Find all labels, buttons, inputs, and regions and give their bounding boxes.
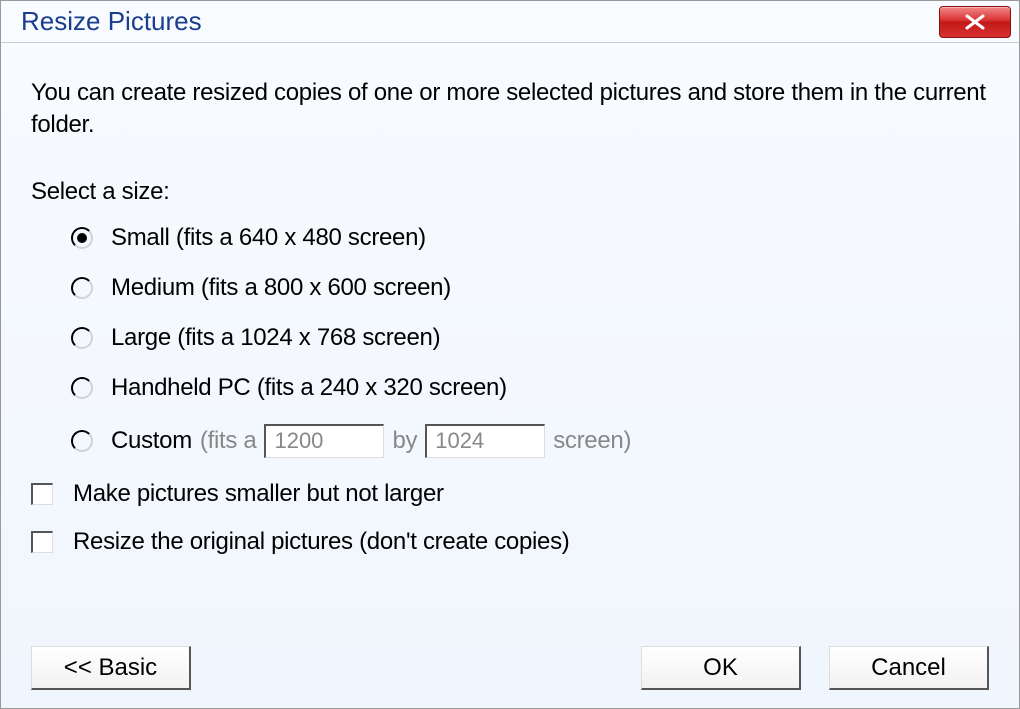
radio-small[interactable] <box>71 227 93 249</box>
dialog-button-row: << Basic OK Cancel <box>31 646 989 690</box>
radio-handheld-label: Handheld PC (fits a 240 x 320 screen) <box>111 374 507 402</box>
basic-button[interactable]: << Basic <box>31 646 191 690</box>
checkbox-resize-originals-label: Resize the original pictures (don't crea… <box>73 528 570 556</box>
description-text: You can create resized copies of one or … <box>31 77 989 142</box>
select-size-label: Select a size: <box>31 178 989 206</box>
checkbox-resize-originals-row[interactable]: Resize the original pictures (don't crea… <box>31 528 989 556</box>
titlebar: Resize Pictures <box>1 1 1019 43</box>
checkbox-smaller-only-row[interactable]: Make pictures smaller but not larger <box>31 480 989 508</box>
radio-custom[interactable] <box>71 430 93 452</box>
custom-height-input[interactable] <box>425 424 545 458</box>
custom-by-label: by <box>392 427 417 455</box>
radio-handheld[interactable] <box>71 377 93 399</box>
checkbox-smaller-only[interactable] <box>31 483 53 505</box>
radio-medium[interactable] <box>71 277 93 299</box>
close-button[interactable] <box>939 6 1011 38</box>
radio-medium-label: Medium (fits a 800 x 600 screen) <box>111 274 451 302</box>
custom-prefix: (fits a <box>200 427 257 455</box>
size-option-large[interactable]: Large (fits a 1024 x 768 screen) <box>71 324 989 352</box>
checkbox-smaller-only-label: Make pictures smaller but not larger <box>73 480 444 508</box>
cancel-button[interactable]: Cancel <box>829 646 989 690</box>
radio-large-label: Large (fits a 1024 x 768 screen) <box>111 324 440 352</box>
custom-suffix: screen) <box>553 427 631 455</box>
checkbox-resize-originals[interactable] <box>31 531 53 553</box>
radio-large[interactable] <box>71 327 93 349</box>
ok-button[interactable]: OK <box>641 646 801 690</box>
size-option-medium[interactable]: Medium (fits a 800 x 600 screen) <box>71 274 989 302</box>
radio-small-label: Small (fits a 640 x 480 screen) <box>111 224 426 252</box>
dialog-content: You can create resized copies of one or … <box>1 43 1019 596</box>
radio-custom-label: Custom <box>111 427 192 455</box>
resize-pictures-dialog: Resize Pictures You can create resized c… <box>0 0 1020 709</box>
size-option-custom[interactable]: Custom (fits a by screen) <box>71 424 989 458</box>
window-title: Resize Pictures <box>21 6 202 37</box>
size-option-small[interactable]: Small (fits a 640 x 480 screen) <box>71 224 989 252</box>
custom-width-input[interactable] <box>264 424 384 458</box>
size-option-handheld[interactable]: Handheld PC (fits a 240 x 320 screen) <box>71 374 989 402</box>
size-options-group: Small (fits a 640 x 480 screen) Medium (… <box>31 224 989 458</box>
close-icon <box>962 14 988 30</box>
